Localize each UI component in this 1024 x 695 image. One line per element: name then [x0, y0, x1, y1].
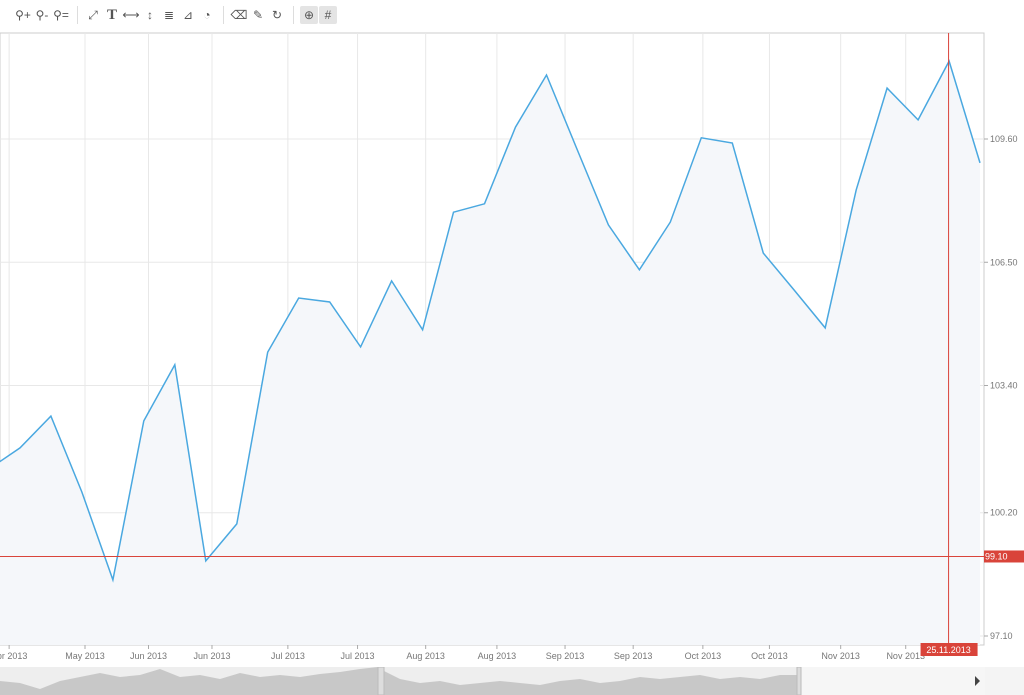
- x-tick-label: Oct 2013: [685, 651, 722, 661]
- navigator-handle-right[interactable]: [797, 667, 801, 695]
- x-tick-label: Apr 2013: [0, 651, 27, 661]
- y-tick-label: 109.60: [990, 134, 1018, 144]
- navigator-handle-left[interactable]: [378, 667, 384, 695]
- navigator-unselected-range: [800, 667, 985, 695]
- crosshair-value-label: 99.10: [985, 551, 1008, 561]
- y-tick-label: 100.20: [990, 508, 1018, 518]
- x-tick-label: Aug 2013: [406, 651, 445, 661]
- x-tick-label: Nov 2013: [821, 651, 860, 661]
- navigator[interactable]: [0, 667, 1024, 695]
- x-tick-label: Jul 2013: [341, 651, 375, 661]
- x-tick-label: Nov 2013: [886, 651, 925, 661]
- x-tick-label: Oct 2013: [751, 651, 788, 661]
- y-tick-label: 97.10: [990, 631, 1013, 641]
- x-tick-label: Sep 2013: [546, 651, 585, 661]
- price-chart[interactable]: 109.60 106.50 103.40 100.20 97.10 Apr 2013 May…: [0, 0, 1024, 667]
- x-tick-label: Jul 2013: [271, 651, 305, 661]
- navigator-scroll-right-button[interactable]: [985, 667, 1024, 695]
- x-tick-label: Jun 2013: [193, 651, 230, 661]
- y-tick-label: 106.50: [990, 257, 1018, 267]
- x-tick-label: Jun 2013: [130, 651, 167, 661]
- x-tick-label: Aug 2013: [478, 651, 517, 661]
- x-tick-label: Sep 2013: [614, 651, 653, 661]
- crosshair-date-label: 25.11.2013: [926, 645, 970, 655]
- y-tick-label: 103.40: [990, 381, 1018, 391]
- x-tick-label: May 2013: [65, 651, 105, 661]
